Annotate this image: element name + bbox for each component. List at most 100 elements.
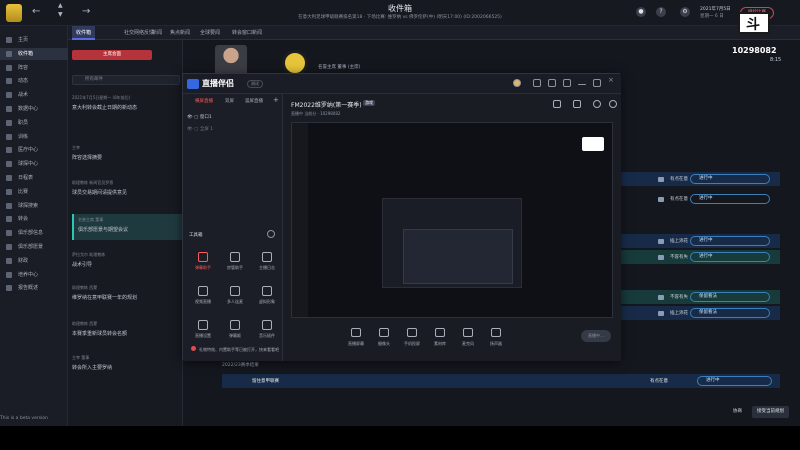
tab[interactable]: 新闻 — [148, 26, 166, 40]
status-badge[interactable]: 进行中 — [690, 194, 770, 204]
sidebar-item[interactable]: 医疗中心 — [0, 144, 68, 156]
settings-icon[interactable]: ⚙ — [680, 7, 690, 17]
sidebar-item[interactable]: 比赛 — [0, 186, 68, 198]
sidebar-item[interactable]: 战术 — [0, 89, 68, 101]
accept-plan-button[interactable]: 接受当前规划 — [752, 406, 789, 418]
scene-item[interactable]: 👁 ▢ 全屏 1 — [187, 126, 213, 132]
expectation-row[interactable]: 有点在意 进行中 — [620, 194, 780, 206]
tab-landscape[interactable]: 横屏直播 — [195, 98, 213, 104]
skin-icon[interactable] — [548, 79, 556, 87]
status-badge[interactable]: 进行中 — [690, 174, 770, 184]
tool-icon — [262, 252, 272, 262]
sidebar-item[interactable]: 培养中心 — [0, 269, 68, 281]
tool-item[interactable]: 弹幕姬 — [221, 320, 249, 346]
share-icon[interactable] — [609, 100, 617, 108]
tool-label: 房管助手 — [227, 265, 243, 270]
sidebar-item[interactable]: 训练 — [0, 131, 68, 143]
status-badge[interactable]: 保留看法 — [690, 292, 770, 302]
sidebar-item[interactable]: 报告概述 — [0, 282, 68, 294]
tool-item[interactable]: 视频直播 — [189, 286, 217, 312]
list-item[interactable]: 助理教练 新闻官员罗恩 球员交易期间请提供意见 — [72, 180, 182, 196]
lock-icon[interactable] — [553, 100, 561, 108]
toolbox-settings-icon[interactable] — [267, 230, 275, 238]
sidebar-item[interactable]: 球探中心 — [0, 158, 68, 170]
list-item[interactable]: 萨拉戈尔 助理教练 战术引导 — [72, 252, 182, 268]
scene-item[interactable]: 👁 ▢ 窗口1 — [187, 114, 212, 120]
negotiate-button[interactable]: 协商 — [728, 406, 747, 418]
list-item[interactable]: 名誉主席 董事 俱乐部愿景与期望会议 — [72, 214, 182, 240]
maximize-icon[interactable] — [593, 79, 601, 87]
tab[interactable]: 转会窗口新闻 — [228, 26, 266, 40]
sidebar-item[interactable]: 动态 — [0, 75, 68, 87]
expectation-label: 不容有失 — [670, 295, 688, 300]
mail-filter-select[interactable]: 所有邮件 — [72, 75, 180, 85]
sidebar-item[interactable]: 数据中心 — [0, 103, 68, 115]
tool-item[interactable]: 直播设置 — [189, 320, 217, 346]
status-badge[interactable]: 进行中 — [690, 236, 770, 246]
chairman-meeting-button[interactable]: 主席会面 — [72, 50, 152, 60]
stream-preview — [291, 122, 613, 318]
expectation-row[interactable]: 不容有失 保留看法 — [620, 292, 780, 304]
help-icon[interactable]: ? — [656, 7, 666, 17]
sidebar-item[interactable]: 转会 — [0, 213, 68, 225]
tool-item[interactable]: 多人连麦 — [221, 286, 249, 312]
tab-dual[interactable]: 双屏 — [225, 98, 234, 104]
expectation-row[interactable]: 有点在意 进行中 — [620, 174, 780, 186]
sidebar-item[interactable]: 职员 — [0, 117, 68, 129]
settings-icon[interactable] — [563, 79, 571, 87]
message-icon[interactable] — [533, 79, 541, 87]
list-item[interactable]: 助理教练 西蒙 本赛季重新球员转会名额 — [72, 321, 182, 337]
sidebar-item[interactable]: 日程表 — [0, 172, 68, 184]
tab[interactable]: 收件箱 — [72, 26, 96, 40]
expectation-row[interactable]: 插上添花 进行中 — [620, 236, 780, 248]
sidebar-item[interactable]: 球探搜索 — [0, 200, 68, 212]
message-subject: 阵容选择摘要 — [72, 155, 103, 161]
record-icon[interactable] — [573, 100, 581, 108]
sidebar-item-label: 日程表 — [18, 175, 34, 181]
tab[interactable]: 焦点新闻 — [166, 26, 194, 40]
tool-item[interactable]: 虚拟形象 — [253, 286, 281, 312]
list-item[interactable]: 助理教练 西蒙 维罗纳在意甲联赛一年的规划 — [72, 285, 182, 301]
tool-icon — [198, 320, 208, 330]
sidebar-item-label: 俱乐部愿景 — [18, 244, 44, 250]
minimize-icon[interactable] — [578, 84, 586, 85]
sidebar-item[interactable]: 俱乐部愿景 — [0, 241, 68, 253]
season-result-row[interactable]: 留住意甲联赛 有点在意 进行中 — [222, 374, 780, 388]
user-avatar[interactable] — [513, 79, 521, 87]
add-scene-icon[interactable]: + — [273, 96, 279, 104]
sidebar-item[interactable]: 俱乐部信息 — [0, 227, 68, 239]
tool-item[interactable]: 主播日志 — [253, 252, 281, 278]
expectation-row[interactable]: 插上添花 保留看法 — [620, 308, 780, 320]
tool-label: 虚拟形象 — [259, 299, 275, 304]
tab[interactable]: 全球要闻 — [196, 26, 224, 40]
list-item[interactable]: 2021年7月5日星期一 (8年前后) 意大利转会截止日期的新动态 — [72, 95, 182, 111]
sidebar-item-label: 收件箱 — [18, 50, 34, 57]
sidebar-item[interactable]: 阵容 — [0, 62, 68, 74]
report-icon — [6, 285, 12, 292]
tool-item[interactable]: 弹幕助手 — [189, 252, 217, 278]
tool-label: 多人连麦 — [227, 299, 243, 304]
status-badge[interactable]: 进行中 — [690, 252, 770, 262]
list-item[interactable]: 主宰 董事 转会所入主要罗纳 — [72, 355, 182, 371]
expectation-row[interactable]: 不容有失 进行中 — [620, 252, 780, 264]
message-meta: 主宰 董事 — [72, 355, 90, 360]
tool-item[interactable]: 音乐插件 — [253, 320, 281, 346]
bell-icon[interactable] — [593, 100, 601, 108]
sidebar-item[interactable]: 财政 — [0, 255, 68, 267]
calendar-icon — [6, 175, 12, 181]
tool-label: 直播设置 — [195, 333, 211, 338]
tab-portrait[interactable]: 竖屏直播 — [245, 98, 263, 104]
go-live-button[interactable]: 直播中… — [581, 330, 611, 342]
tool-item[interactable]: 房管助手 — [221, 252, 249, 278]
sidebar-item[interactable]: 收件箱 — [0, 47, 68, 60]
game-weekday: 星期一 6 日 — [700, 14, 724, 19]
list-item[interactable]: 主宰 阵容选择摘要 — [72, 145, 182, 161]
tool-label: 音乐插件 — [259, 333, 275, 338]
season-item-status[interactable]: 进行中 — [697, 376, 772, 386]
sidebar-item-label: 主页 — [18, 37, 29, 43]
close-icon[interactable]: × — [608, 76, 616, 84]
sidebar-item[interactable]: 主页 — [0, 34, 68, 46]
status-badge[interactable]: 保留看法 — [690, 308, 770, 318]
pin-icon[interactable]: ● — [636, 7, 646, 17]
category-tag[interactable]: 游戏 — [363, 100, 375, 106]
